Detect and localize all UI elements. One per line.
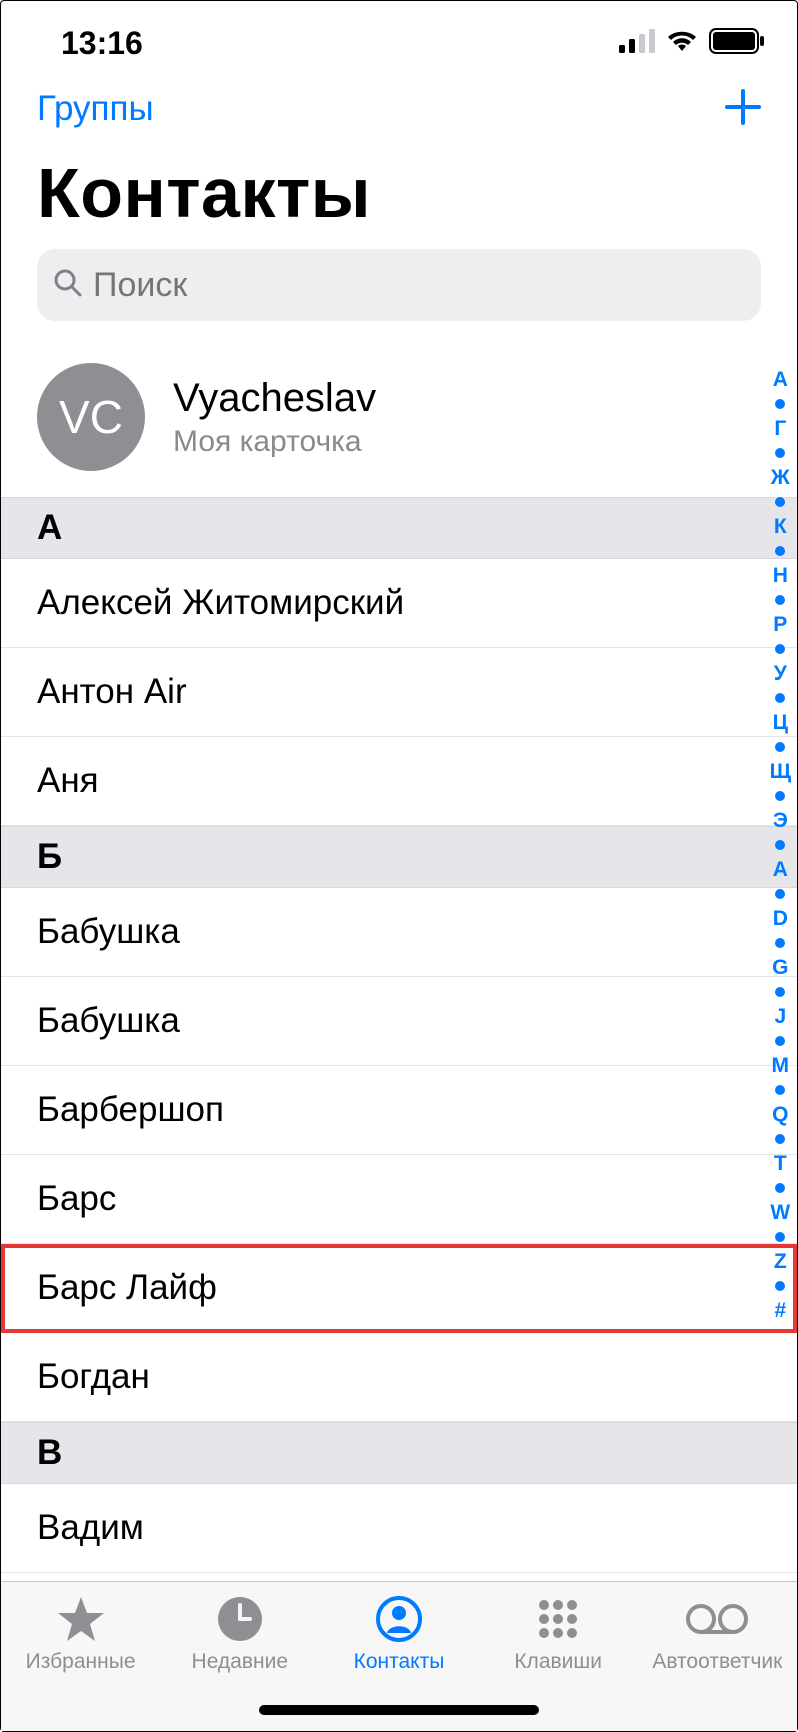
index-letter[interactable]: W [770, 1200, 790, 1225]
index-dot [775, 497, 785, 507]
index-letter[interactable]: Р [773, 612, 787, 637]
my-card-text: Vyacheslav Моя карточка [173, 376, 376, 459]
section-header: А [1, 497, 797, 559]
index-dot [775, 448, 785, 458]
tab-label: Недавние [192, 1650, 288, 1674]
add-contact-button[interactable] [721, 85, 765, 134]
contact-row[interactable]: Богдан [1, 1333, 797, 1422]
status-bar: 13:16 [1, 1, 797, 71]
index-letter[interactable]: G [772, 955, 788, 980]
plus-icon [721, 85, 765, 129]
search-container [1, 243, 797, 339]
index-letter[interactable]: Ц [773, 710, 788, 735]
contact-row[interactable]: Бабушка [1, 888, 797, 977]
star-icon [56, 1592, 106, 1646]
tab-label: Избранные [26, 1650, 136, 1674]
index-dot [775, 742, 785, 752]
index-dot [775, 595, 785, 605]
wifi-icon [665, 29, 699, 58]
tab-contacts[interactable]: Контакты [324, 1592, 474, 1674]
my-card-name: Vyacheslav [173, 376, 376, 421]
index-letter[interactable]: Ж [771, 465, 790, 490]
index-dot [775, 1134, 785, 1144]
index-dot [775, 1183, 785, 1193]
status-time: 13:16 [61, 25, 143, 62]
keypad-icon [534, 1592, 582, 1646]
index-letter[interactable]: J [774, 1004, 786, 1029]
tab-recents[interactable]: Недавние [165, 1592, 315, 1674]
index-letter[interactable]: Q [772, 1102, 788, 1127]
index-letter[interactable]: У [774, 661, 787, 686]
index-letter[interactable]: Н [773, 563, 788, 588]
contact-row[interactable]: Вадим [1, 1484, 797, 1573]
index-dot [775, 1036, 785, 1046]
tab-label: Контакты [354, 1650, 445, 1674]
index-letter[interactable]: # [774, 1298, 786, 1323]
index-letter[interactable]: D [773, 906, 788, 931]
contact-icon [375, 1592, 423, 1646]
section-header: Б [1, 826, 797, 888]
contact-row[interactable]: Бабушка [1, 977, 797, 1066]
index-dot [775, 1232, 785, 1242]
tab-voicemail[interactable]: Автоответчик [642, 1592, 792, 1674]
index-dot [775, 546, 785, 556]
contact-list[interactable]: ААлексей ЖитомирскийАнтон AirАняББабушка… [1, 497, 797, 1573]
tab-favorites[interactable]: Избранные [6, 1592, 156, 1674]
index-dot [775, 399, 785, 409]
index-letter[interactable]: Z [774, 1249, 787, 1274]
index-dot [775, 840, 785, 850]
groups-button[interactable]: Группы [37, 89, 154, 129]
nav-bar: Группы [1, 71, 797, 137]
alphabet-index[interactable]: АГЖКНРУЦЩЭADGJMQTWZ # [770, 367, 791, 1323]
contact-row[interactable]: Барбершоп [1, 1066, 797, 1155]
index-letter[interactable]: А [773, 367, 788, 392]
search-input[interactable] [93, 266, 745, 305]
battery-icon [709, 28, 765, 59]
index-letter[interactable]: T [774, 1151, 787, 1176]
index-letter[interactable]: Щ [770, 759, 791, 784]
index-letter[interactable]: К [774, 514, 787, 539]
search-icon [53, 268, 83, 303]
contact-row[interactable]: Аня [1, 737, 797, 826]
contact-row[interactable]: Антон Air [1, 648, 797, 737]
index-letter[interactable]: M [772, 1053, 790, 1078]
section-header: В [1, 1422, 797, 1484]
avatar: VC [37, 363, 145, 471]
index-dot [775, 693, 785, 703]
contact-row[interactable]: Барс Лайф [1, 1244, 797, 1333]
tab-keypad[interactable]: Клавиши [483, 1592, 633, 1674]
status-indicators [619, 28, 765, 59]
index-dot [775, 987, 785, 997]
voicemail-icon [685, 1592, 749, 1646]
clock-icon [216, 1592, 264, 1646]
my-card[interactable]: VC Vyacheslav Моя карточка [1, 339, 797, 497]
index-dot [775, 1085, 785, 1095]
index-dot [775, 889, 785, 899]
index-dot [775, 791, 785, 801]
index-letter[interactable]: A [773, 857, 788, 882]
tab-label: Автоответчик [652, 1650, 782, 1674]
contact-row[interactable]: Алексей Житомирский [1, 559, 797, 648]
contact-row[interactable]: Барс [1, 1155, 797, 1244]
tab-label: Клавиши [514, 1650, 602, 1674]
index-letter[interactable]: Г [774, 416, 786, 441]
index-dot [775, 1281, 785, 1291]
home-indicator[interactable] [259, 1705, 539, 1715]
index-letter[interactable]: Э [773, 808, 788, 833]
search-bar[interactable] [37, 249, 761, 321]
cellular-signal-icon [619, 29, 655, 58]
index-dot [775, 938, 785, 948]
my-card-sub: Моя карточка [173, 425, 376, 459]
page-title: Контакты [1, 137, 797, 243]
index-dot [775, 644, 785, 654]
